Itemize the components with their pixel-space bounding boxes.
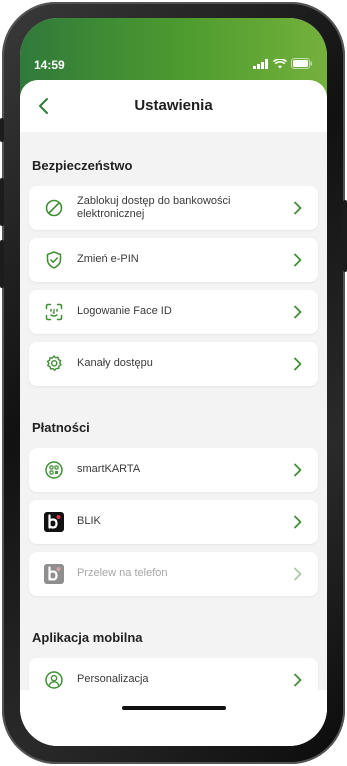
menu-item-label: Przelew na telefon xyxy=(77,567,168,579)
menu-item-phone-transfer[interactable]: Przelew na telefon xyxy=(29,552,318,596)
chevron-right-icon xyxy=(294,463,302,477)
chevron-right-icon xyxy=(294,567,302,581)
menu-item-label: Kanały dostępu xyxy=(77,357,153,369)
status-bar: 14:59 xyxy=(20,56,327,78)
page-title: Ustawienia xyxy=(134,97,213,114)
signal-icon xyxy=(253,58,268,69)
section-title-security: Bezpieczeństwo xyxy=(32,158,133,173)
phone-side-button-volume-up xyxy=(0,178,4,226)
status-icons xyxy=(253,58,313,69)
menu-item-blik[interactable]: BLIK xyxy=(29,500,318,544)
shield-check-icon xyxy=(46,251,62,269)
phone-side-button-power xyxy=(343,200,347,272)
home-indicator[interactable] xyxy=(122,706,226,710)
settings-sheet: Ustawienia Bezpieczeństwo Zablokuj dostę… xyxy=(20,80,327,746)
menu-item-label: Zmień e-PIN xyxy=(77,253,139,265)
gear-icon xyxy=(46,355,62,371)
blik-phone-icon xyxy=(44,564,64,584)
menu-item-label: smartKARTA xyxy=(77,463,141,475)
phone-side-button-volume-down xyxy=(0,240,4,288)
menu-item-access-channels[interactable]: Kanały dostępu xyxy=(29,342,318,386)
blik-icon xyxy=(44,512,64,532)
menu-item-smartkarta[interactable]: smartKARTA xyxy=(29,448,318,492)
wifi-icon xyxy=(273,58,287,68)
menu-item-change-epin[interactable]: Zmień e-PIN xyxy=(29,238,318,282)
block-icon xyxy=(45,199,63,217)
face-id-icon xyxy=(45,303,63,321)
bottom-safe-area xyxy=(20,690,327,746)
phone-side-button-silent xyxy=(0,118,4,142)
menu-item-block-access[interactable]: Zablokuj dostęp do bankowości elektronic… xyxy=(29,186,318,230)
person-icon xyxy=(45,671,63,689)
status-time: 14:59 xyxy=(34,58,65,72)
screen: 14:59 Ustawienia Bezpieczeństwo Zablokuj… xyxy=(20,18,327,746)
chevron-right-icon xyxy=(294,201,302,215)
chevron-right-icon xyxy=(294,253,302,267)
section-title-mobile-app: Aplikacja mobilna xyxy=(32,630,143,645)
menu-item-face-id[interactable]: Logowanie Face ID xyxy=(29,290,318,334)
section-title-payments: Płatności xyxy=(32,420,90,435)
nav-bar: Ustawienia xyxy=(20,80,327,132)
chevron-right-icon xyxy=(294,305,302,319)
battery-icon xyxy=(291,58,313,69)
menu-item-label: BLIK xyxy=(77,515,101,527)
menu-item-label: Zablokuj dostęp do bankowości elektronic… xyxy=(77,195,231,220)
smartkarta-icon xyxy=(45,461,63,479)
menu-item-label: Logowanie Face ID xyxy=(77,305,172,317)
chevron-right-icon xyxy=(294,357,302,371)
menu-item-label: Personalizacja xyxy=(77,673,149,685)
chevron-right-icon xyxy=(294,515,302,529)
chevron-right-icon xyxy=(294,673,302,687)
